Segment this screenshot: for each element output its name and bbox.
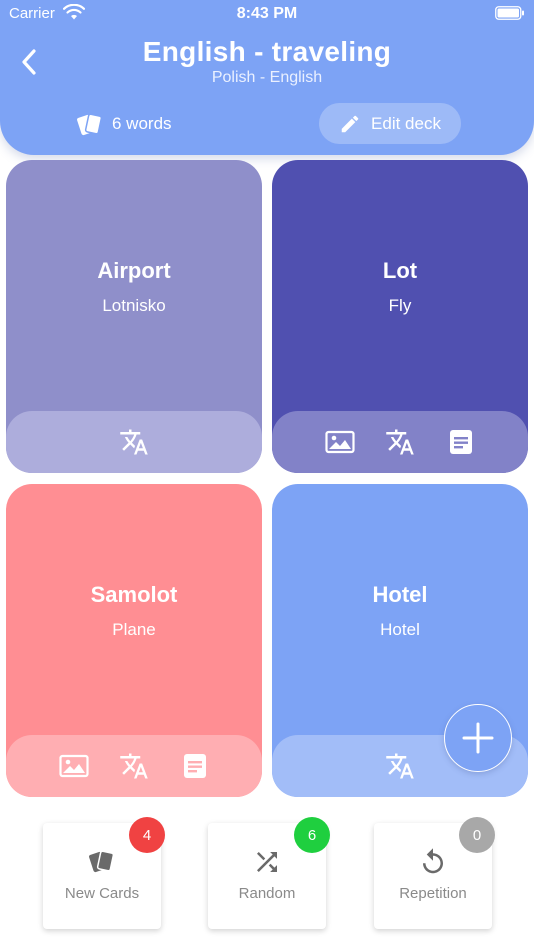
repeat-icon [423, 848, 443, 874]
mode-label: Repetition [399, 885, 467, 902]
cards-icon [89, 850, 115, 873]
word-card[interactable]: Samolot Plane [6, 484, 262, 797]
status-bar: Carrier 8:43 PM [0, 0, 534, 28]
card-translation: Hotel [380, 620, 420, 639]
repetition-count-badge: 0 [459, 817, 495, 853]
word-card[interactable]: Airport Lotnisko [6, 160, 262, 473]
shuffle-icon [257, 852, 277, 872]
translate-icon[interactable] [119, 427, 149, 457]
mode-label: Random [238, 885, 296, 902]
word-card[interactable]: Lot Fly [272, 160, 528, 473]
clock: 8:43 PM [236, 5, 298, 22]
mode-label: New Cards [64, 885, 140, 902]
image-icon[interactable] [324, 427, 355, 457]
deck-title: English - traveling [142, 36, 392, 67]
plus-icon [462, 722, 494, 754]
card-actions [6, 735, 262, 797]
card-word: Airport [97, 258, 171, 283]
notes-icon[interactable] [180, 751, 210, 781]
card-word: Samolot [90, 582, 178, 607]
card-word: Hotel [372, 582, 428, 607]
card-word: Lot [382, 258, 418, 283]
word-count: 6 words [76, 110, 172, 138]
card-translation: Lotnisko [102, 296, 166, 315]
notes-icon[interactable] [446, 427, 476, 457]
random-count-badge: 6 [294, 817, 330, 853]
battery-icon [495, 6, 524, 20]
image-icon[interactable] [58, 751, 89, 781]
translate-icon[interactable] [119, 751, 149, 781]
add-card-button[interactable] [444, 704, 512, 772]
edit-deck-label: Edit deck [371, 113, 441, 133]
card-translation: Plane [112, 620, 156, 639]
word-count-label: 6 words [112, 114, 172, 133]
header: Carrier 8:43 PM English - traveling Poli… [0, 0, 534, 155]
translate-icon[interactable] [385, 751, 415, 781]
new-cards-count-badge: 4 [129, 817, 165, 853]
edit-deck-button[interactable]: Edit deck [319, 103, 461, 144]
card-actions [6, 411, 262, 473]
pencil-icon [341, 115, 359, 132]
card-actions [272, 411, 528, 473]
card-translation: Fly [388, 296, 412, 315]
translate-icon[interactable] [385, 427, 415, 457]
cards-icon [77, 113, 103, 136]
deck-subtitle: Polish - English [211, 69, 323, 86]
